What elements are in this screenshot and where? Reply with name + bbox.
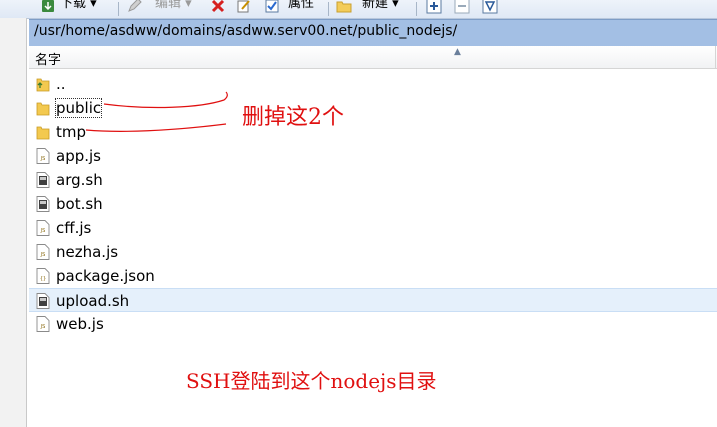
column-divider[interactable] bbox=[715, 46, 716, 68]
column-header: 名字 ▲ bbox=[29, 46, 717, 69]
sort-arrow-icon: ▲ bbox=[454, 47, 461, 57]
toolbar: 下载 ▾ 编辑 ▾ 属性 新建 ▾ bbox=[0, 0, 717, 19]
file-row[interactable]: {} package.json bbox=[29, 264, 717, 288]
file-row[interactable]: tmp bbox=[29, 120, 717, 144]
file-row[interactable]: .. bbox=[29, 72, 717, 96]
ssh-annotation: SSH登陆到这个nodejs目录 bbox=[186, 369, 437, 393]
filter-icon[interactable] bbox=[482, 0, 498, 14]
file-name[interactable]: app.js bbox=[56, 147, 101, 165]
file-name[interactable]: tmp bbox=[56, 123, 86, 141]
json-file-icon: {} bbox=[36, 268, 50, 284]
name-column-header[interactable]: 名字 bbox=[35, 49, 61, 68]
svg-text:JS: JS bbox=[40, 228, 46, 234]
rename-icon[interactable] bbox=[236, 0, 252, 14]
download-icon[interactable] bbox=[40, 0, 56, 14]
file-row[interactable]: JS web.js bbox=[29, 312, 717, 336]
new-folder-icon[interactable] bbox=[336, 0, 352, 14]
file-row[interactable]: arg.sh bbox=[29, 168, 717, 192]
file-name[interactable]: arg.sh bbox=[56, 171, 103, 189]
edit-button[interactable]: 编辑 ▾ bbox=[155, 0, 192, 14]
file-row[interactable]: public bbox=[29, 96, 717, 120]
properties-button[interactable]: 属性 bbox=[288, 0, 314, 14]
file-name[interactable]: public bbox=[54, 98, 103, 118]
current-path[interactable]: /usr/home/asdww/domains/asdww.serv00.net… bbox=[34, 23, 457, 39]
js-file-icon: JS bbox=[36, 316, 50, 332]
js-file-icon: JS bbox=[36, 148, 50, 164]
file-name[interactable]: .. bbox=[56, 75, 66, 93]
edit-icon[interactable] bbox=[126, 0, 142, 14]
toolbar-divider bbox=[416, 2, 417, 16]
svg-text:JS: JS bbox=[40, 252, 46, 258]
file-name[interactable]: cff.js bbox=[56, 219, 91, 237]
file-row[interactable]: upload.sh bbox=[29, 288, 717, 312]
file-name[interactable]: package.json bbox=[56, 267, 155, 285]
file-name[interactable]: nezha.js bbox=[56, 243, 118, 261]
file-name[interactable]: upload.sh bbox=[56, 292, 129, 310]
properties-icon[interactable] bbox=[264, 0, 280, 14]
js-file-icon: JS bbox=[36, 220, 50, 236]
delete-annotation: 删掉这2个 bbox=[242, 105, 344, 130]
sh-file-icon bbox=[36, 196, 50, 212]
svg-text:{}: {} bbox=[40, 276, 46, 282]
file-row[interactable]: JS cff.js bbox=[29, 216, 717, 240]
svg-text:JS: JS bbox=[40, 156, 46, 162]
plus-icon[interactable] bbox=[426, 0, 442, 14]
folder-up-icon bbox=[36, 78, 50, 92]
sh-file-icon bbox=[36, 172, 50, 188]
path-bar[interactable]: /usr/home/asdww/domains/asdww.serv00.net… bbox=[29, 19, 717, 47]
toolbar-divider bbox=[328, 2, 329, 16]
download-button[interactable]: 下载 ▾ bbox=[60, 0, 97, 14]
toolbar-divider bbox=[118, 2, 119, 16]
file-name[interactable]: bot.sh bbox=[56, 195, 103, 213]
sh-file-icon bbox=[36, 293, 50, 309]
file-row[interactable]: JS nezha.js bbox=[29, 240, 717, 264]
js-file-icon: JS bbox=[36, 244, 50, 260]
new-button[interactable]: 新建 ▾ bbox=[362, 0, 399, 14]
file-row[interactable]: bot.sh bbox=[29, 192, 717, 216]
folder-icon bbox=[36, 126, 50, 140]
folder-icon bbox=[36, 102, 50, 116]
file-row[interactable]: JS app.js bbox=[29, 144, 717, 168]
minus-icon[interactable] bbox=[454, 0, 470, 14]
delete-icon[interactable] bbox=[210, 0, 226, 14]
left-pane bbox=[0, 18, 27, 427]
file-name[interactable]: web.js bbox=[56, 315, 104, 333]
svg-text:JS: JS bbox=[40, 324, 46, 330]
